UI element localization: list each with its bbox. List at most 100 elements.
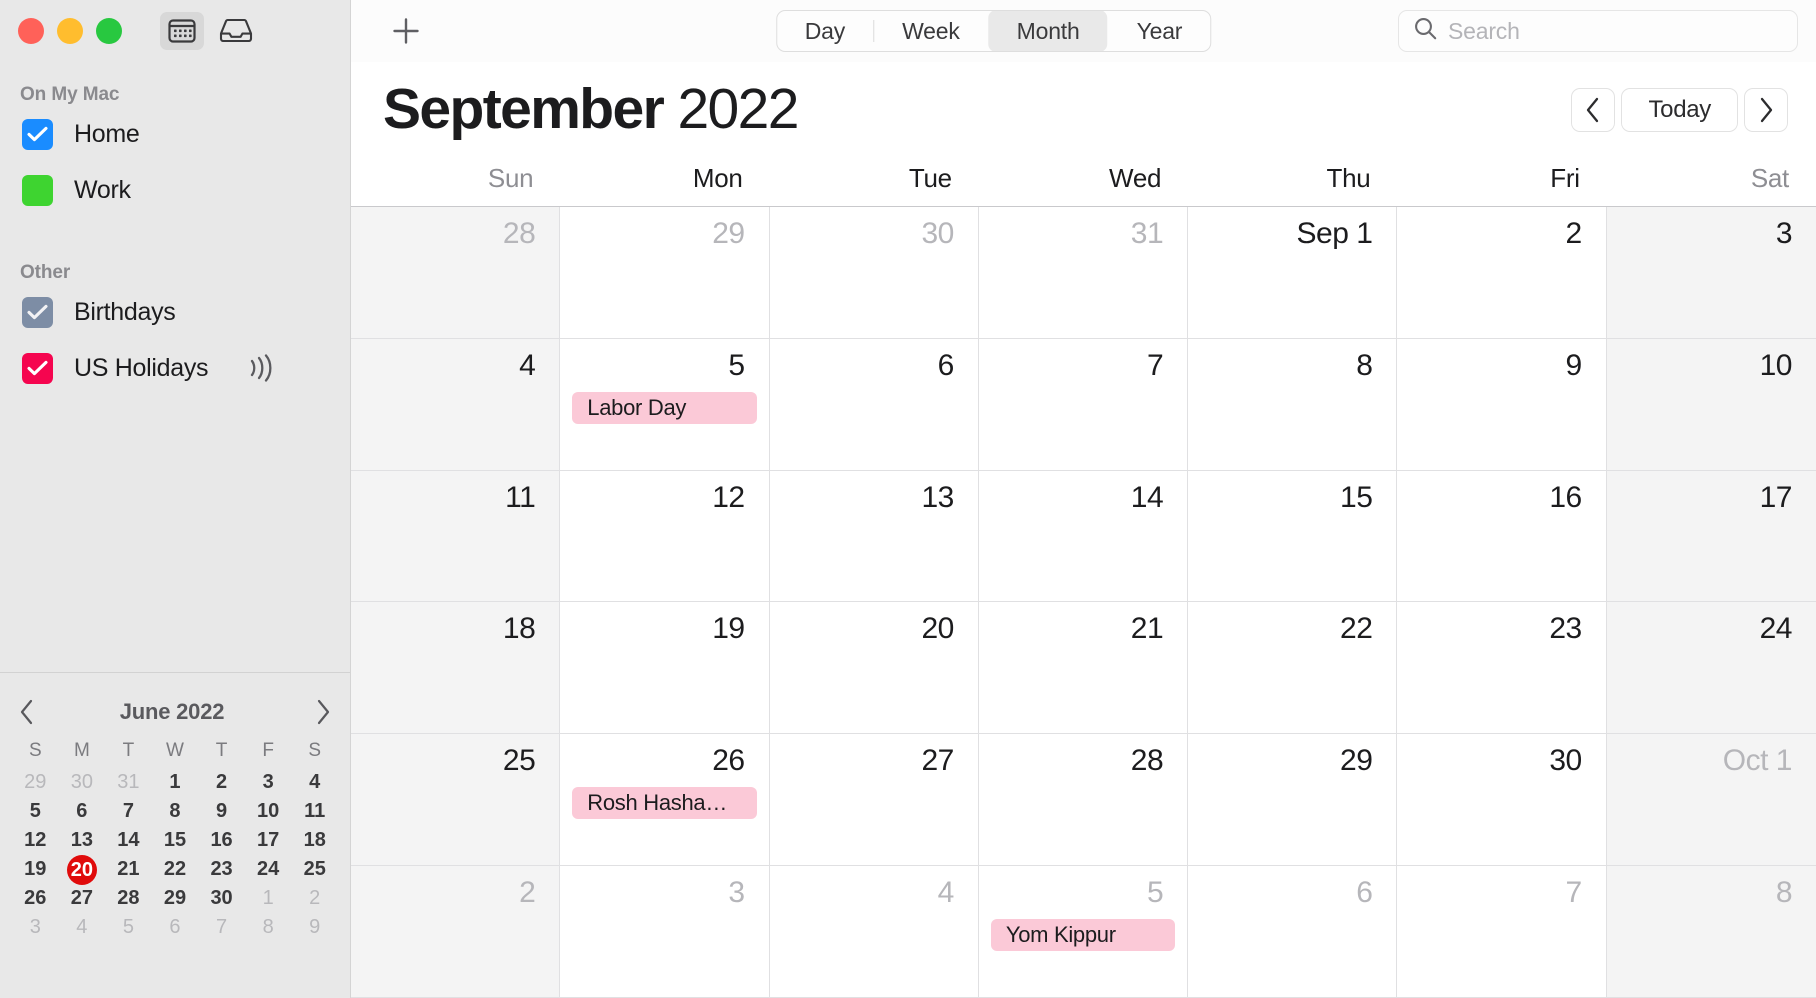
mini-calendar-day[interactable]: 28 [105, 884, 152, 913]
day-cell[interactable]: 25 [351, 734, 561, 867]
day-cell[interactable]: 8 [1606, 866, 1816, 998]
day-cell[interactable]: 6 [769, 338, 979, 471]
mini-calendar-day[interactable]: 30 [59, 768, 106, 797]
day-cell[interactable]: 7 [1397, 866, 1607, 998]
mini-calendar-day[interactable]: 10 [245, 797, 292, 826]
day-cell[interactable]: 15 [1188, 470, 1398, 603]
us-holidays-checkbox[interactable] [22, 352, 53, 384]
day-cell[interactable]: 2 [1397, 207, 1607, 339]
day-cell[interactable]: 29 [1188, 734, 1398, 867]
day-cell[interactable]: 27 [769, 734, 979, 867]
day-cell[interactable]: Oct 1 [1606, 734, 1816, 867]
work-checkbox[interactable] [22, 174, 53, 206]
add-event-button[interactable] [388, 13, 424, 49]
day-cell[interactable]: 28 [978, 734, 1189, 867]
mini-calendar-day[interactable]: 1 [152, 768, 199, 797]
day-cell[interactable]: 17 [1606, 470, 1816, 603]
mini-calendar-day[interactable]: 15 [152, 826, 199, 855]
mini-calendar-day[interactable]: 11 [291, 797, 338, 826]
search-input[interactable] [1448, 17, 1783, 45]
calendar-event[interactable]: Rosh Hasha… [572, 787, 757, 820]
day-cell[interactable]: 9 [1397, 338, 1607, 471]
mini-calendar-day[interactable]: 7 [105, 797, 152, 826]
day-cell[interactable]: 20 [769, 602, 979, 735]
mini-calendar-day[interactable]: 4 [291, 768, 338, 797]
next-month-button[interactable] [1744, 87, 1788, 132]
mini-calendar-day[interactable]: 23 [198, 855, 245, 884]
day-cell[interactable]: 19 [560, 602, 770, 735]
day-cell[interactable]: 21 [978, 602, 1189, 735]
mini-calendar-day[interactable]: 6 [152, 913, 199, 942]
day-cell[interactable]: 6 [1188, 866, 1398, 998]
inbox-icon[interactable] [214, 12, 258, 50]
day-cell[interactable]: 28 [351, 207, 561, 339]
day-cell[interactable]: 22 [1188, 602, 1398, 735]
mini-calendar-day[interactable]: 18 [291, 826, 338, 855]
mini-calendar-day[interactable]: 13 [59, 826, 106, 855]
day-cell[interactable]: 8 [1188, 338, 1398, 471]
day-cell[interactable]: 24 [1606, 602, 1816, 735]
mini-calendar-day[interactable]: 24 [245, 855, 292, 884]
view-tab-week[interactable]: Week [874, 11, 988, 51]
mini-calendar-day[interactable]: 14 [105, 826, 152, 855]
day-cell[interactable]: 23 [1397, 602, 1607, 735]
mini-calendar-day[interactable]: 9 [291, 913, 338, 942]
day-cell[interactable]: 2 [351, 866, 561, 998]
mini-calendar-today[interactable]: 20 [59, 855, 106, 885]
mini-calendar-next-icon[interactable] [308, 697, 338, 727]
today-button[interactable]: Today [1621, 87, 1738, 132]
day-cell[interactable]: 11 [351, 470, 561, 603]
mini-calendar-day[interactable]: 6 [59, 797, 106, 826]
mini-calendar-day[interactable]: 17 [245, 826, 292, 855]
day-cell[interactable]: Sep 1 [1188, 207, 1398, 339]
close-window-button[interactable] [18, 18, 44, 44]
calendar-event[interactable]: Yom Kippur [990, 919, 1176, 952]
minimize-window-button[interactable] [57, 18, 83, 44]
day-cell[interactable]: 16 [1397, 470, 1607, 603]
mini-calendar-day[interactable]: 31 [105, 768, 152, 797]
day-cell[interactable]: 3 [560, 866, 770, 998]
mini-calendar-day[interactable]: 3 [12, 913, 59, 942]
mini-calendar-day[interactable]: 26 [12, 884, 59, 913]
day-cell[interactable]: 26 Rosh Hasha… [560, 734, 770, 867]
day-cell[interactable]: 31 [978, 207, 1189, 339]
mini-calendar-day[interactable]: 16 [198, 826, 245, 855]
day-cell[interactable]: 14 [978, 470, 1189, 603]
mini-calendar-day[interactable]: 4 [59, 913, 106, 942]
mini-calendar-day[interactable]: 8 [245, 913, 292, 942]
day-cell[interactable]: 4 [351, 338, 561, 471]
zoom-window-button[interactable] [96, 18, 122, 44]
mini-calendar-day[interactable]: 29 [12, 768, 59, 797]
search-field[interactable] [1398, 10, 1798, 52]
sidebar-item-work[interactable]: Work [0, 162, 350, 218]
mini-calendar-day[interactable]: 19 [12, 855, 59, 884]
mini-calendar-day[interactable]: 2 [291, 884, 338, 913]
mini-calendar-day[interactable]: 3 [245, 768, 292, 797]
mini-calendar-day[interactable]: 21 [105, 855, 152, 884]
day-cell[interactable]: 29 [560, 207, 770, 339]
mini-calendar-day[interactable]: 12 [12, 826, 59, 855]
day-cell[interactable]: 3 [1606, 207, 1816, 339]
day-cell[interactable]: 30 [1397, 734, 1607, 867]
day-cell[interactable]: 7 [978, 338, 1189, 471]
day-cell[interactable]: 18 [351, 602, 561, 735]
day-cell[interactable]: 10 [1606, 338, 1816, 471]
mini-calendar-day[interactable]: 9 [198, 797, 245, 826]
day-cell[interactable]: 5 Yom Kippur [978, 866, 1189, 998]
sidebar-item-birthdays[interactable]: Birthdays [0, 284, 350, 340]
day-cell[interactable]: 13 [769, 470, 979, 603]
calendar-view-icon[interactable] [160, 12, 204, 50]
mini-calendar-day[interactable]: 29 [152, 884, 199, 913]
mini-calendar-day[interactable]: 5 [105, 913, 152, 942]
mini-calendar-day[interactable]: 27 [59, 884, 106, 913]
mini-calendar-day[interactable]: 8 [152, 797, 199, 826]
mini-calendar-day[interactable]: 25 [291, 855, 338, 884]
view-tab-year[interactable]: Year [1109, 11, 1211, 51]
day-cell[interactable]: 30 [769, 207, 979, 339]
mini-calendar-day[interactable]: 2 [198, 768, 245, 797]
home-checkbox[interactable] [22, 118, 53, 150]
mini-calendar-day[interactable]: 5 [12, 797, 59, 826]
day-cell[interactable]: 12 [560, 470, 770, 603]
mini-calendar-day[interactable]: 30 [198, 884, 245, 913]
sidebar-item-home[interactable]: Home [0, 106, 350, 162]
